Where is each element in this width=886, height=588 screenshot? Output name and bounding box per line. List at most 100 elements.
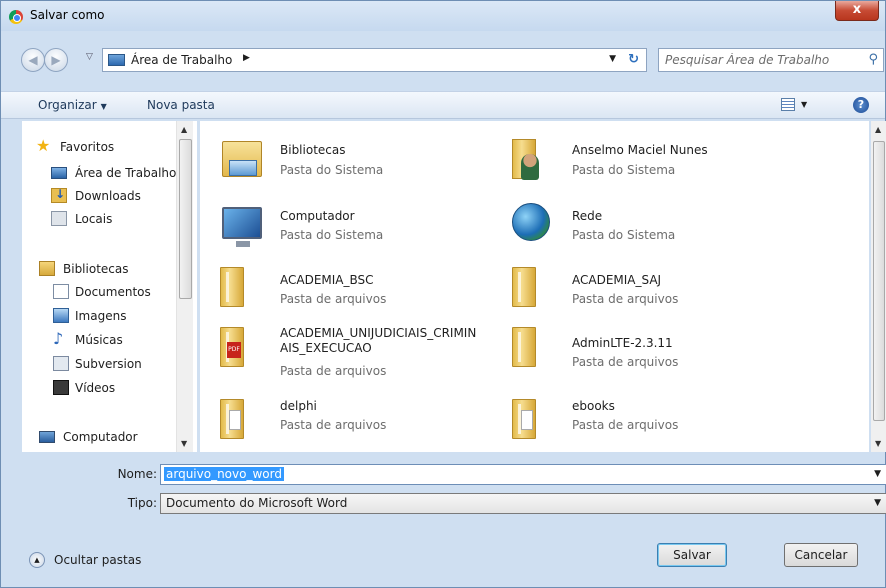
file-name: Bibliotecas: [280, 143, 346, 157]
forward-button[interactable]: ▶: [44, 48, 68, 72]
pdf-folder-icon: PDF: [200, 321, 248, 371]
breadcrumb-chevron-icon[interactable]: ▶: [243, 53, 250, 63]
back-button[interactable]: ◀: [21, 48, 45, 72]
file-type-select[interactable]: Documento do Microsoft Word ▼: [160, 493, 886, 514]
pictures-icon: [53, 308, 69, 323]
address-bar[interactable]: Área de Trabalho ▶ ▼ ↻: [102, 48, 647, 72]
file-list-scrollbar[interactable]: ▲ ▼: [871, 121, 886, 452]
sidebar-item-label: Imagens: [75, 309, 127, 323]
sidebar-item-places[interactable]: Locais: [22, 209, 192, 229]
document-folder-icon: [200, 393, 248, 443]
sidebar-item-subversion[interactable]: Subversion: [22, 354, 192, 374]
sidebar-item-computer[interactable]: Computador: [22, 427, 192, 447]
sidebar-item-label: Downloads: [75, 189, 141, 203]
view-dropdown-icon[interactable]: ▼: [801, 100, 807, 109]
list-item[interactable]: ebooks Pasta de arquivos: [492, 393, 792, 452]
document-folder-icon: [492, 393, 540, 443]
desktop-icon: [51, 167, 67, 179]
list-item[interactable]: ACADEMIA_SAJ Pasta de arquivos: [492, 261, 792, 321]
view-options-icon[interactable]: [781, 98, 795, 111]
file-name: ACADEMIA_BSC: [280, 273, 374, 287]
list-item[interactable]: ACADEMIA_BSC Pasta de arquivos: [200, 261, 500, 321]
forward-arrow-icon: ▶: [51, 53, 61, 67]
list-item[interactable]: PDF ACADEMIA_UNIJUDICIAIS_CRIMIN AIS_EXEC…: [200, 321, 500, 389]
file-name: Computador: [280, 209, 355, 223]
sidebar-item-label: Músicas: [75, 333, 123, 347]
organize-label: Organizar: [38, 98, 97, 112]
list-item[interactable]: delphi Pasta de arquivos: [200, 393, 500, 452]
scroll-down-icon[interactable]: ▼: [181, 439, 187, 448]
file-type: Pasta do Sistema: [572, 228, 676, 242]
refresh-icon[interactable]: ↻: [628, 52, 639, 67]
file-type-value: Documento do Microsoft Word: [166, 496, 348, 510]
scrollbar-thumb[interactable]: [873, 141, 885, 421]
organize-button[interactable]: Organizar ▼: [38, 98, 107, 112]
computer-icon: [39, 431, 55, 443]
list-item[interactable]: Anselmo Maciel Nunes Pasta do Sistema: [492, 133, 792, 193]
new-folder-button[interactable]: Nova pasta: [147, 98, 215, 112]
navigation-scrollbar[interactable]: ▲ ▼: [176, 121, 193, 452]
file-name-row: Nome: arquivo_novo_word ▼: [1, 464, 886, 486]
file-name-value[interactable]: arquivo_novo_word: [164, 467, 284, 481]
address-dropdown-icon[interactable]: ▼: [609, 54, 616, 64]
search-icon[interactable]: ⚲: [868, 52, 878, 67]
command-bar: Organizar ▼ Nova pasta ▼ ?: [1, 91, 885, 119]
places-icon: [51, 211, 67, 226]
file-name-field[interactable]: arquivo_novo_word ▼: [160, 464, 886, 485]
subversion-icon: [53, 356, 69, 371]
scroll-up-icon[interactable]: ▲: [875, 125, 881, 134]
chevron-down-icon[interactable]: ▼: [874, 498, 881, 508]
file-name: AdminLTE-2.3.11: [572, 336, 673, 350]
search-input[interactable]: [663, 51, 853, 69]
sidebar-item-music[interactable]: ♪ Músicas: [22, 330, 192, 350]
scroll-up-icon[interactable]: ▲: [181, 125, 187, 134]
address-row: ◀ ▶ ▽ Área de Trabalho ▶ ▼ ↻ ⚲: [1, 46, 885, 76]
list-item[interactable]: Bibliotecas Pasta do Sistema: [200, 133, 500, 193]
cancel-button[interactable]: Cancelar: [784, 543, 858, 567]
window-title: Salvar como: [30, 8, 105, 22]
folder-icon: [200, 261, 248, 311]
help-icon[interactable]: ?: [853, 97, 869, 113]
file-type-row: Tipo: Documento do Microsoft Word ▼: [1, 493, 886, 515]
file-type: Pasta de arquivos: [572, 418, 679, 432]
chevron-down-icon[interactable]: ▼: [874, 469, 881, 479]
sidebar-item-libraries[interactable]: Bibliotecas: [22, 259, 192, 279]
scrollbar-thumb[interactable]: [179, 139, 192, 299]
sidebar-item-documents[interactable]: Documentos: [22, 282, 192, 302]
file-name: ACADEMIA_UNIJUDICIAIS_CRIMIN AIS_EXECUCAO: [280, 326, 500, 356]
file-type: Pasta do Sistema: [280, 228, 384, 242]
list-item[interactable]: AdminLTE-2.3.11 Pasta de arquivos: [492, 321, 792, 381]
sidebar-item-pictures[interactable]: Imagens: [22, 306, 192, 326]
user-folder-icon: [492, 133, 540, 183]
search-box[interactable]: ⚲: [658, 48, 884, 72]
sidebar-item-label: Favoritos: [60, 140, 115, 154]
breadcrumb-item[interactable]: Área de Trabalho: [131, 53, 232, 67]
network-icon: [492, 199, 550, 249]
file-type-label: Tipo:: [127, 496, 157, 510]
sidebar-item-desktop[interactable]: Área de Trabalho: [22, 163, 192, 183]
close-button[interactable]: x: [835, 1, 879, 21]
file-name: delphi: [280, 399, 317, 413]
documents-icon: [53, 284, 69, 299]
file-type: Pasta de arquivos: [572, 355, 679, 369]
sidebar-item-label: Bibliotecas: [63, 262, 129, 276]
save-button[interactable]: Salvar: [657, 543, 727, 567]
file-name: Rede: [572, 209, 603, 223]
list-item[interactable]: Computador Pasta do Sistema: [200, 199, 500, 259]
sidebar-item-videos[interactable]: Vídeos: [22, 378, 192, 398]
navigation-pane: ★ Favoritos Área de Trabalho Downloads L…: [22, 121, 197, 452]
sidebar-item-downloads[interactable]: Downloads: [22, 186, 192, 206]
folder-icon: [492, 261, 540, 311]
hide-folders-label: Ocultar pastas: [54, 553, 142, 567]
sidebar-item-label: Área de Trabalho: [75, 166, 177, 180]
scroll-down-icon[interactable]: ▼: [875, 439, 881, 448]
file-type: Pasta de arquivos: [280, 292, 387, 306]
sidebar-item-favorites[interactable]: ★ Favoritos: [22, 137, 192, 157]
recent-locations-dropdown-icon[interactable]: ▽: [86, 52, 93, 62]
sidebar-item-label: Computador: [63, 430, 138, 444]
collapse-icon: ▲: [29, 552, 45, 568]
back-arrow-icon: ◀: [28, 53, 38, 67]
list-item[interactable]: Rede Pasta do Sistema: [492, 199, 792, 259]
music-icon: ♪: [53, 329, 64, 348]
downloads-icon: [51, 187, 67, 203]
